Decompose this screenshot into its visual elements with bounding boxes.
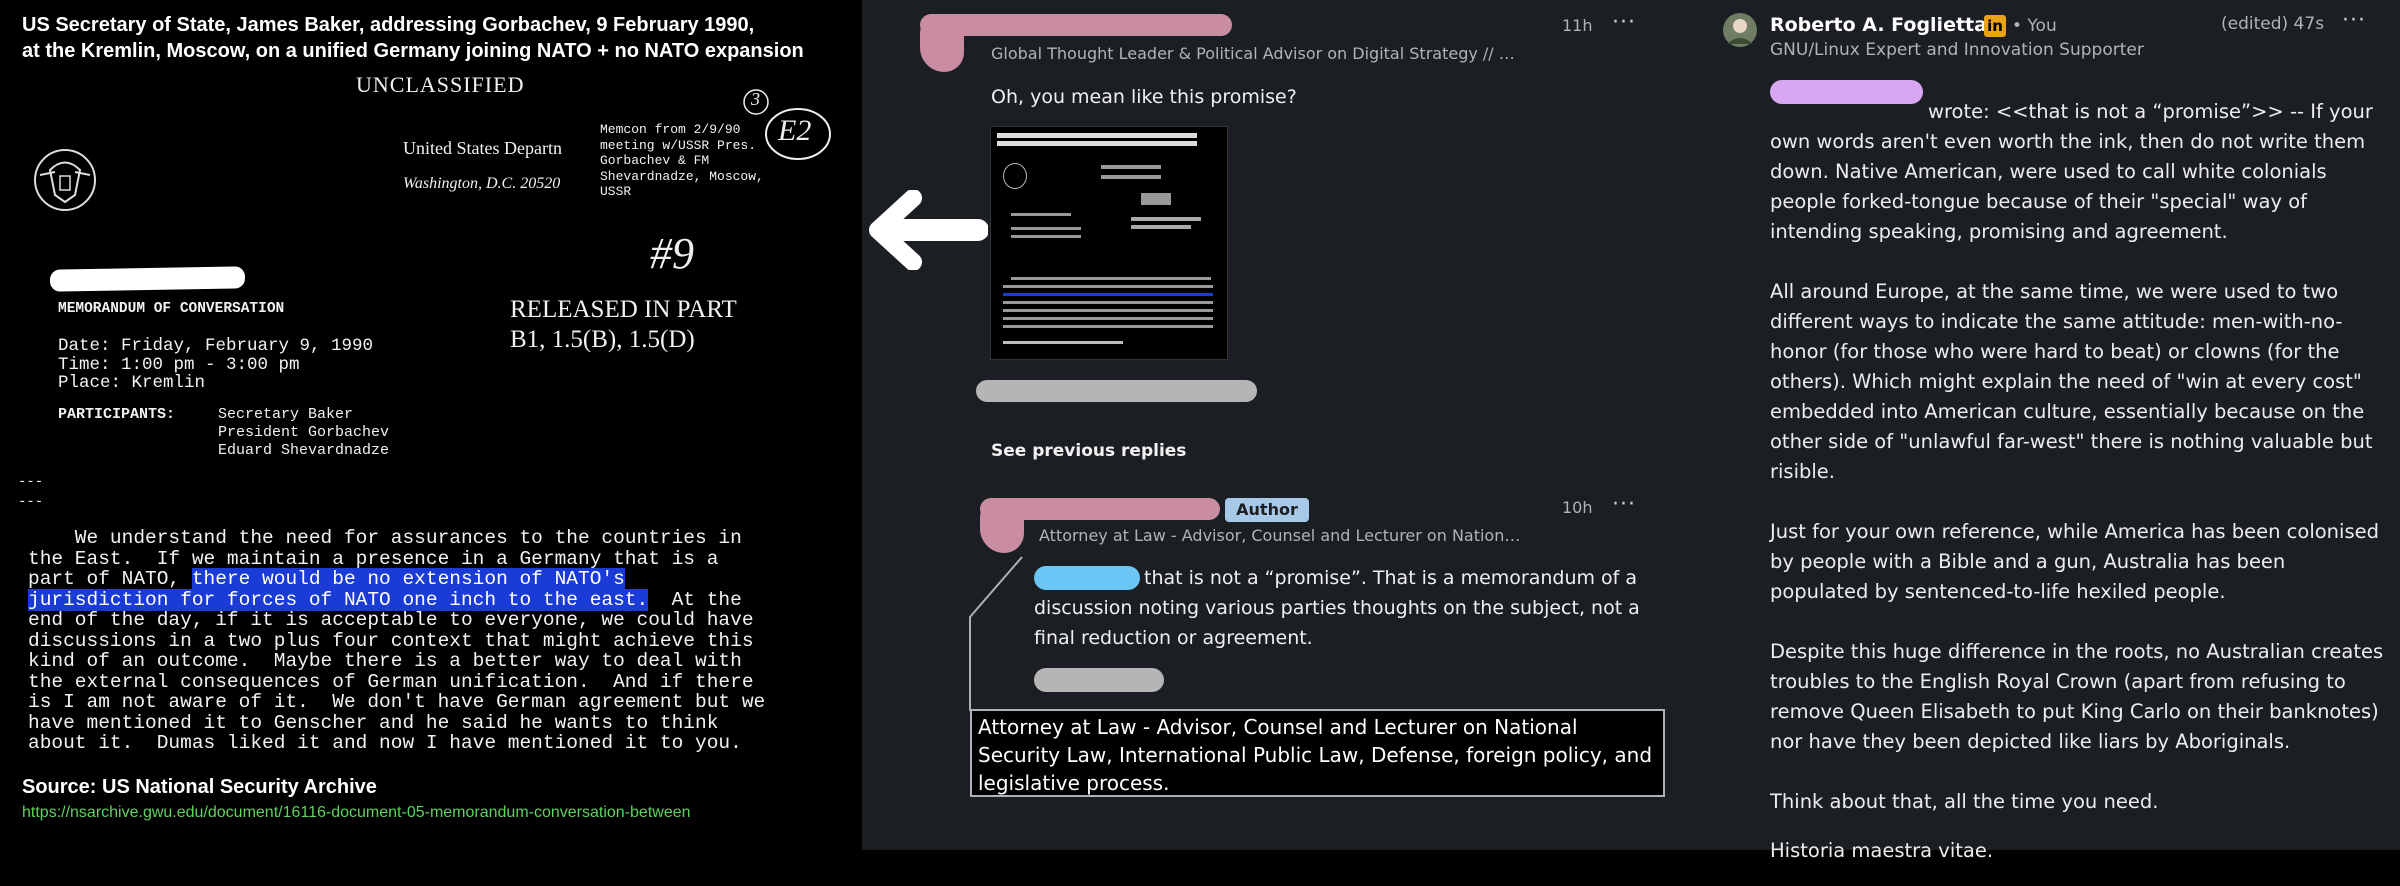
thumb-line bbox=[1003, 309, 1213, 312]
see-previous-replies-link[interactable]: See previous replies bbox=[991, 441, 1186, 461]
thumb-line bbox=[1003, 341, 1123, 344]
thumb-line bbox=[1131, 217, 1201, 221]
redacted-name bbox=[920, 14, 1232, 36]
memo-date: Date: Friday, February 9, 1990 bbox=[58, 336, 374, 356]
thumb-line bbox=[1011, 227, 1081, 230]
thumb-mark bbox=[1141, 193, 1171, 205]
memo-time: Time: 1:00 pm - 3:00 pm bbox=[58, 355, 300, 375]
released-line-1: RELEASED IN PART bbox=[510, 296, 737, 323]
annotation-e2: E2 bbox=[778, 114, 812, 147]
redacted-reactions bbox=[976, 380, 1257, 402]
author-badge: Author bbox=[1225, 498, 1309, 522]
participant: Secretary Baker bbox=[218, 406, 354, 423]
body-line: discussions in a two plus four context t… bbox=[28, 629, 754, 652]
thumb-highlight bbox=[1003, 293, 1213, 296]
divider: --- bbox=[18, 494, 44, 510]
released-line-2: B1, 1.5(B), 1.5(D) bbox=[510, 326, 695, 353]
paragraph: All around Europe, at the same time, we … bbox=[1770, 279, 2373, 483]
participants-label: PARTICIPANTS: bbox=[58, 406, 176, 423]
participants-list: Secretary Baker President Gorbachev Edua… bbox=[218, 406, 389, 460]
classification-label: UNCLASSIFIED bbox=[356, 72, 525, 97]
redacted-avatar bbox=[980, 498, 1024, 553]
comment-time: 10h bbox=[1562, 498, 1593, 517]
dept-line-2: Washington, D.C. 20520 bbox=[403, 175, 561, 192]
memorandum-document: US Secretary of State, James Baker, addr… bbox=[0, 0, 862, 850]
divider: --- bbox=[18, 474, 44, 490]
body-line: part of NATO, there would be no extensio… bbox=[28, 568, 765, 590]
comment-time: 11h bbox=[1562, 16, 1593, 35]
redacted-reactions bbox=[1034, 668, 1164, 692]
thumb-seal bbox=[1003, 163, 1027, 189]
state-department-seal bbox=[34, 149, 96, 211]
thumb-line bbox=[997, 141, 1197, 146]
body-line: is I am not aware of it. We don't have G… bbox=[28, 691, 766, 713]
redaction-bar bbox=[49, 266, 246, 292]
highlighted-quote: there would be no extension of NATO's bbox=[191, 568, 625, 590]
paragraph: Think about that, all the time you need. bbox=[1770, 789, 2159, 813]
thumb-line bbox=[1131, 225, 1191, 229]
body-line: have mentioned it to Genscher and he sai… bbox=[28, 711, 719, 734]
commenter-headline[interactable]: Attorney at Law - Advisor, Counsel and L… bbox=[1039, 526, 1520, 545]
paragraph: Despite this huge difference in the root… bbox=[1770, 639, 2384, 753]
more-options-icon[interactable]: ··· bbox=[2342, 8, 2366, 33]
participant: President Gorbachev bbox=[218, 424, 390, 441]
avatar[interactable] bbox=[1722, 12, 1758, 48]
participant: Eduard Shevardnadze bbox=[218, 442, 390, 459]
memo-body: We understand the need for assurances to… bbox=[28, 528, 765, 754]
comment-text: that is not a “promise”. That is a memor… bbox=[1034, 567, 1640, 649]
memo-thumbnail[interactable] bbox=[990, 126, 1228, 360]
thumb-line bbox=[1003, 325, 1213, 328]
commenter-headline: GNU/Linux Expert and Innovation Supporte… bbox=[1770, 40, 2144, 60]
body-line: end of the day, if it is acceptable to e… bbox=[28, 609, 754, 631]
body-line: We understand the need for assurances to… bbox=[28, 527, 742, 549]
commenter-headline: Global Thought Leader & Political Adviso… bbox=[991, 44, 1515, 63]
thumb-line bbox=[1011, 213, 1071, 216]
paragraph: Just for your own reference, while Ameri… bbox=[1770, 519, 2379, 603]
tooltip-pointer bbox=[969, 556, 1023, 711]
memcon-line: USSR bbox=[600, 184, 632, 199]
thumb-line bbox=[997, 133, 1197, 138]
body-segment: At the bbox=[648, 588, 742, 611]
body-line: the East. If we maintain a presence in a… bbox=[28, 547, 719, 570]
source-label: Source: US National Security Archive bbox=[22, 776, 377, 798]
headline-tooltip: Attorney at Law - Advisor, Counsel and L… bbox=[970, 709, 1665, 797]
body-line: jurisdiction for forces of NATO one inch… bbox=[28, 588, 765, 611]
comment-text: Oh, you mean like this promise? bbox=[991, 86, 1297, 108]
source-url[interactable]: https://nsarchive.gwu.edu/document/16116… bbox=[22, 804, 691, 822]
paragraph: wrote: <<that is not a “promise”>> -- If… bbox=[1770, 99, 2373, 243]
body-line: the external consequences of German unif… bbox=[28, 670, 754, 693]
caption-line-1: US Secretary of State, James Baker, addr… bbox=[22, 14, 755, 36]
thumb-line bbox=[1011, 277, 1211, 280]
commenter-name[interactable]: Roberto A. Foglietta bbox=[1770, 14, 1987, 36]
thumb-line bbox=[1003, 301, 1213, 304]
body-segment: part of NATO, bbox=[28, 568, 192, 590]
highlighted-quote: jurisdiction for forces of NATO one inch… bbox=[28, 588, 649, 611]
memo-place: Place: Kremlin bbox=[58, 373, 206, 393]
memcon-line: Shevardnadze, Moscow, bbox=[600, 168, 764, 184]
you-label: • You bbox=[2012, 16, 2057, 36]
thumb-line bbox=[1003, 285, 1213, 288]
body-line: kind of an outcome. Maybe there is a bet… bbox=[28, 650, 742, 672]
thumb-line bbox=[1003, 317, 1213, 320]
caption-line-2: at the Kremlin, Moscow, on a unified Ger… bbox=[22, 40, 804, 62]
paragraph: Historia maestra vitae. bbox=[1770, 839, 1994, 862]
arrow-left-icon bbox=[869, 190, 988, 270]
redacted-avatar bbox=[920, 14, 964, 72]
dept-line-1: United States Departn bbox=[403, 138, 562, 158]
linkedin-icon: in bbox=[1984, 15, 2006, 37]
more-options-icon[interactable]: ··· bbox=[1612, 492, 1636, 517]
reply-body: wrote: <<that is not a “promise”>> -- If… bbox=[1770, 77, 2385, 886]
thumb-line bbox=[1101, 175, 1161, 179]
more-options-icon[interactable]: ··· bbox=[1612, 10, 1636, 35]
annotation-9: #9 bbox=[650, 229, 694, 278]
annotation-3: 3 bbox=[751, 89, 760, 109]
edited-time: (edited) 47s bbox=[2221, 14, 2325, 34]
memo-title: MEMORANDUM OF CONVERSATION bbox=[58, 301, 285, 317]
body-line: about it. Dumas liked it and now I have … bbox=[28, 732, 742, 754]
thumb-line bbox=[1011, 235, 1081, 238]
thumb-line bbox=[1101, 165, 1161, 169]
